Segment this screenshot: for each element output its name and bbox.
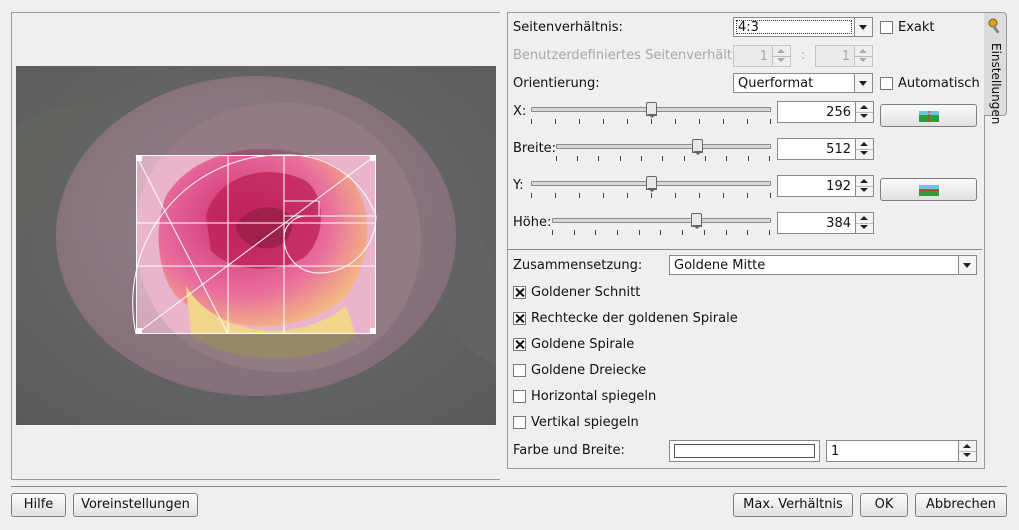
- defaults-button[interactable]: Voreinstellungen: [73, 493, 198, 517]
- settings-tools-icon: [988, 18, 1000, 34]
- orientation-select[interactable]: Querformat: [733, 73, 873, 93]
- spin-down-icon[interactable]: [855, 56, 872, 66]
- rose-photo: [16, 66, 496, 425]
- aspect-ratio-select[interactable]: 4:3: [733, 17, 873, 37]
- x-spinbox[interactable]: 256: [777, 101, 874, 123]
- custom-ratio-left-value: 1: [759, 49, 768, 64]
- orientation-value: Querformat: [738, 76, 814, 91]
- center-horizontal-icon: [919, 111, 939, 122]
- orientation-label: Orientierung:: [513, 76, 600, 91]
- flip-vertical-label: Vertikal spiegeln: [531, 415, 639, 430]
- chevron-down-icon[interactable]: [958, 256, 976, 274]
- custom-ratio-separator: :: [801, 48, 806, 63]
- guide-color-button[interactable]: [669, 440, 820, 462]
- golden-triangles-checkbox[interactable]: [513, 364, 526, 377]
- golden-spiral-rectangles-checkbox[interactable]: [513, 312, 526, 325]
- settings-side-tab[interactable]: Einstellungen: [984, 12, 1007, 124]
- center-vertical-button[interactable]: [880, 178, 977, 201]
- flip-horizontal-label: Horizontal spiegeln: [531, 389, 657, 404]
- y-slider-ticks: [531, 193, 771, 199]
- golden-triangles-label: Goldene Dreiecke: [531, 363, 647, 378]
- exact-checkbox[interactable]: [880, 21, 893, 34]
- golden-spiral-checkbox[interactable]: [513, 338, 526, 351]
- exact-label: Exakt: [898, 20, 935, 35]
- height-label: Höhe:: [513, 215, 552, 230]
- golden-section-label: Goldener Schnitt: [531, 285, 641, 300]
- dialog-divider: [11, 486, 1007, 487]
- chevron-down-icon[interactable]: [854, 74, 872, 92]
- custom-ratio-right-spin[interactable]: 1: [815, 45, 873, 67]
- width-slider-ticks: [556, 156, 771, 162]
- center-horizontal-button[interactable]: [880, 104, 977, 127]
- golden-section-checkbox[interactable]: [513, 286, 526, 299]
- custom-ratio-left-spin[interactable]: 1: [733, 45, 791, 67]
- spin-down-icon[interactable]: [856, 186, 873, 196]
- aspect-ratio-label: Seitenverhältnis:: [513, 20, 623, 35]
- guide-width-spinbox[interactable]: 1: [826, 440, 977, 462]
- width-value: 512: [826, 142, 851, 157]
- height-slider-handle[interactable]: [691, 213, 702, 229]
- spin-down-icon[interactable]: [856, 223, 873, 233]
- x-label: X:: [513, 104, 527, 119]
- height-spinbox[interactable]: 384: [777, 212, 874, 234]
- composition-select[interactable]: Goldene Mitte: [669, 255, 977, 275]
- spin-down-icon[interactable]: [959, 451, 976, 461]
- composition-label: Zusammensetzung:: [513, 258, 643, 273]
- center-vertical-icon: [919, 185, 939, 196]
- height-slider-ticks: [552, 230, 771, 236]
- x-slider-handle[interactable]: [646, 102, 657, 118]
- color-swatch: [674, 444, 815, 458]
- spin-down-icon[interactable]: [773, 56, 790, 66]
- help-button[interactable]: Hilfe: [11, 493, 66, 517]
- y-label: Y:: [513, 178, 524, 193]
- width-slider-handle[interactable]: [692, 139, 703, 155]
- automatic-label: Automatisch: [898, 76, 980, 91]
- focus-indicator: [736, 20, 852, 34]
- golden-spiral-rectangles-label: Rechtecke der goldenen Spirale: [531, 311, 738, 326]
- guide-width-value: 1: [831, 444, 840, 459]
- spin-down-icon[interactable]: [856, 149, 873, 159]
- spin-down-icon[interactable]: [856, 112, 873, 122]
- golden-spiral-label: Goldene Spirale: [531, 337, 635, 352]
- flip-vertical-checkbox[interactable]: [513, 416, 526, 429]
- custom-ratio-label: Benutzerdefiniertes Seitenverhältnis:: [513, 48, 755, 63]
- width-label: Breite:: [513, 141, 557, 156]
- max-ratio-button[interactable]: Max. Verhältnis: [733, 493, 853, 517]
- x-slider-ticks: [531, 119, 771, 125]
- section-divider: [508, 249, 982, 250]
- cancel-button[interactable]: Abbrechen: [915, 493, 1007, 517]
- flip-horizontal-checkbox[interactable]: [513, 390, 526, 403]
- y-spinbox[interactable]: 192: [777, 175, 874, 197]
- y-slider-handle[interactable]: [646, 176, 657, 192]
- preview-image[interactable]: [16, 66, 496, 425]
- x-value: 256: [826, 105, 851, 120]
- custom-ratio-right-value: 1: [841, 49, 850, 64]
- color-width-label: Farbe und Breite:: [513, 443, 625, 458]
- composition-value: Goldene Mitte: [674, 258, 766, 273]
- height-slider[interactable]: [552, 218, 771, 223]
- height-value: 384: [826, 216, 851, 231]
- ok-button[interactable]: OK: [860, 493, 908, 517]
- width-spinbox[interactable]: 512: [777, 138, 874, 160]
- width-slider[interactable]: [556, 144, 771, 149]
- chevron-down-icon[interactable]: [854, 18, 872, 36]
- automatic-checkbox[interactable]: [880, 77, 893, 90]
- y-value: 192: [826, 179, 851, 194]
- settings-tab-label: Einstellungen: [989, 43, 1003, 125]
